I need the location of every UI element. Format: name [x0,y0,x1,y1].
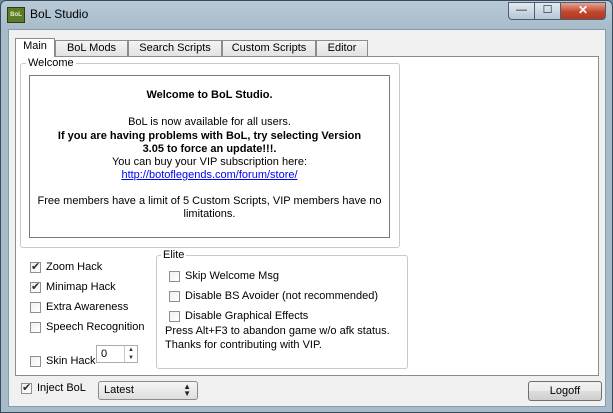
version-select[interactable]: Latest ▲ ▼ [98,381,198,400]
minimize-button[interactable]: — [508,2,535,20]
inject-bol-checkbox[interactable] [21,381,32,394]
spin-down-icon[interactable]: ▼ [125,354,137,362]
skip-welcome-label: Skip Welcome Msg [185,270,279,282]
skin-hack-label: Skin Hack [46,355,96,367]
welcome-warning-line-1: If you are having problems with BoL, try… [57,130,362,142]
extra-awareness-label: Extra Awareness [46,301,129,313]
speech-recognition-checkbox[interactable] [30,322,41,333]
welcome-message-box: Welcome to BoL Studio. BoL is now availa… [29,75,390,238]
welcome-legend: Welcome [26,57,76,69]
welcome-line: BoL is now available for all users. [128,116,291,128]
version-select-value: Latest [104,384,134,396]
elite-legend: Elite [161,249,187,261]
speech-recognition-label: Speech Recognition [46,321,145,333]
updown-arrows-icon: ▲ ▼ [183,382,191,398]
footer-note-line-1: Free members have a limit of 5 Custom Sc… [37,195,382,207]
disable-graphical-effects-checkbox[interactable] [169,311,180,322]
skin-hack-value: 0 [101,348,108,360]
window-title: BoL Studio [30,7,89,21]
logoff-button[interactable]: Logoff [528,381,602,401]
tab-main[interactable]: Main [15,38,55,57]
client-area: Main BoL Mods Search Scripts Custom Scri… [8,29,606,407]
zoom-hack-checkbox[interactable] [30,260,41,273]
main-tab-panel: Welcome Welcome to BoL Studio. BoL is no… [15,56,599,376]
disable-graphical-effects-label: Disable Graphical Effects [185,310,309,322]
stepper-buttons: ▲ ▼ [124,346,137,362]
disable-bs-avoider-checkbox[interactable] [169,291,180,302]
app-window: BoL BoL Studio — ☐ ✕ Main BoL Mods Searc… [0,0,613,413]
minimap-hack-label: Minimap Hack [46,281,116,293]
footer-note-line-2: limitations. [183,208,236,220]
skip-welcome-checkbox[interactable] [169,271,180,282]
skin-hack-stepper[interactable]: 0 ▲ ▼ [96,345,138,363]
welcome-heading: Welcome to BoL Studio. [146,89,273,101]
extra-awareness-checkbox[interactable] [30,302,41,313]
maximize-button[interactable]: ☐ [534,2,561,20]
disable-bs-avoider-label: Disable BS Avoider (not recommended) [185,290,379,302]
inject-bol-label: Inject BoL [37,382,86,394]
spin-up-icon[interactable]: ▲ [125,346,137,354]
close-button[interactable]: ✕ [560,2,606,20]
vip-thanks-note: Thanks for contributing with VIP. [165,339,322,351]
minimap-hack-checkbox[interactable] [30,280,41,293]
tab-search-scripts[interactable]: Search Scripts [128,40,222,56]
afk-note: Press Alt+F3 to abandon game w/o afk sta… [165,325,390,337]
elite-group: Elite Skip Welcome Msg Disable BS Avoide… [156,249,408,369]
skin-hack-checkbox[interactable] [30,356,41,367]
tab-editor[interactable]: Editor [316,40,368,56]
tab-bol-mods[interactable]: BoL Mods [55,40,128,56]
vip-line: You can buy your VIP subscription here: [111,156,308,168]
welcome-group: Welcome Welcome to BoL Studio. BoL is no… [20,57,400,248]
welcome-warning-line-2: 3.05 to force an update!!!. [142,143,277,155]
title-bar[interactable]: BoL BoL Studio — ☐ ✕ [1,1,612,29]
tab-custom-scripts[interactable]: Custom Scripts [222,40,316,56]
app-logo-icon: BoL [7,7,25,23]
zoom-hack-label: Zoom Hack [46,261,103,273]
store-link[interactable]: http://botoflegends.com/forum/store/ [121,169,297,181]
